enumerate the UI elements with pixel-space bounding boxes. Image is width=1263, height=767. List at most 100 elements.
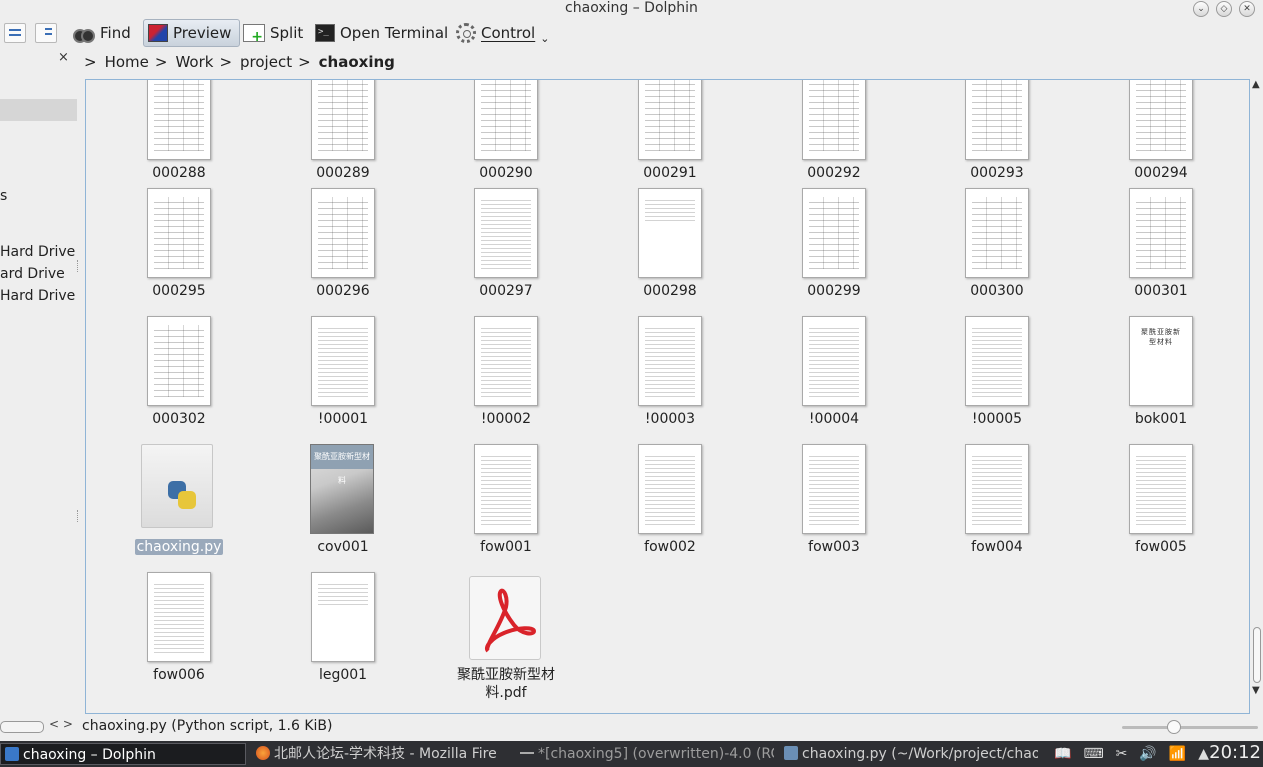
file-item[interactable]: fow002 xyxy=(610,444,730,574)
close-panel-icon[interactable]: × xyxy=(58,50,69,65)
file-item[interactable]: 聚酰亚胺新型材料 cov001 xyxy=(283,444,403,574)
document-thumbnail xyxy=(1129,80,1193,160)
scroll-up-icon[interactable]: ▲ xyxy=(1252,79,1260,90)
document-thumbnail xyxy=(802,316,866,406)
file-item[interactable]: !00005 xyxy=(937,316,1057,446)
file-name-label: 000300 xyxy=(970,283,1024,299)
system-tray: 📖 ⌨ ✂ 🔊 📶 ▲ xyxy=(1054,743,1209,765)
file-item[interactable]: 000300 xyxy=(937,188,1057,318)
panel-splitter[interactable] xyxy=(77,260,79,272)
control-button[interactable]: Control ⌄ xyxy=(456,19,549,47)
document-thumbnail xyxy=(311,572,375,662)
file-name-label: 000299 xyxy=(807,283,861,299)
document-thumbnail xyxy=(965,316,1029,406)
file-item[interactable]: 聚酰亚胺新型材料 bok001 xyxy=(1101,316,1221,446)
file-name-label: fow002 xyxy=(644,539,696,555)
file-item[interactable]: !00004 xyxy=(774,316,894,446)
scissors-icon[interactable]: ✂ xyxy=(1116,746,1128,762)
file-item[interactable]: 000296 xyxy=(283,188,403,318)
file-item[interactable]: 000301 xyxy=(1101,188,1221,318)
document-thumbnail xyxy=(311,80,375,160)
file-name-label: 000293 xyxy=(970,165,1024,181)
file-item[interactable]: fow001 xyxy=(446,444,566,574)
document-thumbnail xyxy=(638,316,702,406)
file-item[interactable]: 000290 xyxy=(446,80,566,200)
document-thumbnail xyxy=(147,572,211,662)
document-thumbnail xyxy=(474,80,538,160)
breadcrumb-home[interactable]: Home xyxy=(105,53,149,71)
file-item[interactable]: 000298 xyxy=(610,188,730,318)
places-item-hard-drive-1[interactable]: Hard Drive xyxy=(0,244,75,260)
volume-icon[interactable]: 🔊 xyxy=(1139,746,1156,762)
file-item[interactable]: 000302 xyxy=(119,316,239,446)
file-item[interactable]: 000288 xyxy=(119,80,239,200)
taskbar: chaoxing – Dolphin 北邮人论坛-学术科技 - Mozilla … xyxy=(0,741,1263,767)
file-item[interactable]: fow005 xyxy=(1101,444,1221,574)
file-item[interactable]: 000293 xyxy=(937,80,1057,200)
task-kate[interactable]: chaoxing.py (~/Work/project/chao xyxy=(780,743,1038,765)
document-thumbnail xyxy=(638,444,702,534)
file-item[interactable]: 000295 xyxy=(119,188,239,318)
file-item[interactable]: 000299 xyxy=(774,188,894,318)
close-button[interactable]: ✕ xyxy=(1239,1,1255,17)
file-item[interactable]: !00003 xyxy=(610,316,730,446)
minimize-button[interactable]: ⌄ xyxy=(1193,1,1209,17)
notes-icon[interactable]: 📖 xyxy=(1054,746,1071,762)
tray-expand-icon[interactable]: ▲ xyxy=(1198,746,1209,762)
panel-scroll-arrows[interactable]: < > xyxy=(49,717,73,731)
compact-view-button[interactable] xyxy=(35,19,57,47)
clock[interactable]: 20:12 xyxy=(1209,742,1261,763)
zoom-slider-track[interactable] xyxy=(1122,726,1258,729)
file-name-label: 000298 xyxy=(643,283,697,299)
split-button[interactable]: Split xyxy=(243,19,303,47)
preview-button[interactable]: Preview xyxy=(143,19,241,47)
file-item[interactable]: !00001 xyxy=(283,316,403,446)
file-item[interactable]: 000297 xyxy=(446,188,566,318)
places-selected-row[interactable] xyxy=(0,99,77,121)
file-name-label: !00004 xyxy=(808,411,860,427)
scroll-down-icon[interactable]: ▼ xyxy=(1252,685,1260,696)
task-editor[interactable]: *[chaoxing5] (overwritten)-4.0 (RC xyxy=(516,743,774,765)
status-bar: < > chaoxing.py (Python script, 1.6 KiB) xyxy=(0,716,1263,738)
file-item[interactable]: chaoxing.py xyxy=(119,444,239,574)
places-panel: × s Hard Drive ard Drive Hard Drive xyxy=(0,50,79,715)
file-item[interactable]: 000292 xyxy=(774,80,894,200)
places-item-hard-drive-2[interactable]: ard Drive xyxy=(0,266,65,282)
task-label: 北邮人论坛-学术科技 - Mozilla Fire xyxy=(274,746,497,762)
keyboard-icon[interactable]: ⌨ xyxy=(1083,746,1103,762)
wifi-icon[interactable]: 📶 xyxy=(1169,746,1186,762)
file-item[interactable]: fow003 xyxy=(774,444,894,574)
task-label: chaoxing.py (~/Work/project/chao xyxy=(802,746,1038,762)
breadcrumb-current[interactable]: chaoxing xyxy=(319,53,395,71)
task-firefox[interactable]: 北邮人论坛-学术科技 - Mozilla Fire xyxy=(252,743,510,765)
open-terminal-button[interactable]: >_ Open Terminal xyxy=(315,19,448,47)
panel-splitter-lower[interactable] xyxy=(77,510,79,522)
breadcrumb-project[interactable]: project xyxy=(240,53,292,71)
task-dolphin[interactable]: chaoxing – Dolphin xyxy=(0,743,246,765)
file-item[interactable]: leg001 xyxy=(283,572,403,702)
breadcrumb-work[interactable]: Work xyxy=(175,53,213,71)
pdf-file-icon xyxy=(469,576,541,660)
file-item[interactable]: 聚酰亚胺新型材料.pdf xyxy=(446,572,566,702)
title-bar: chaoxing – Dolphin ⌄ ◇ ✕ xyxy=(0,0,1263,18)
document-thumbnail xyxy=(147,80,211,160)
scrollbar-thumb[interactable] xyxy=(1253,627,1261,683)
find-button[interactable]: Find xyxy=(73,19,131,47)
panel-hscrollbar[interactable] xyxy=(0,721,44,733)
places-item-hard-drive-3[interactable]: Hard Drive xyxy=(0,288,75,304)
file-item[interactable]: 000291 xyxy=(610,80,730,200)
file-item[interactable]: !00002 xyxy=(446,316,566,446)
maximize-button[interactable]: ◇ xyxy=(1216,1,1232,17)
places-item-partial[interactable]: s xyxy=(0,188,7,204)
file-item[interactable]: 000289 xyxy=(283,80,403,200)
file-name-label: fow003 xyxy=(808,539,860,555)
details-view-button[interactable] xyxy=(4,19,26,47)
file-name-label: 000302 xyxy=(152,411,206,427)
file-item[interactable]: fow006 xyxy=(119,572,239,702)
zoom-slider-handle[interactable] xyxy=(1167,720,1181,734)
file-item[interactable]: fow004 xyxy=(937,444,1057,574)
file-item[interactable]: 000294 xyxy=(1101,80,1221,200)
vertical-scrollbar[interactable]: ▲ ▼ xyxy=(1251,79,1263,714)
file-icon-view[interactable]: 000288 000289 000290 000291 000292 000293 0002… xyxy=(85,79,1250,714)
breadcrumb-separator: > xyxy=(298,53,311,71)
